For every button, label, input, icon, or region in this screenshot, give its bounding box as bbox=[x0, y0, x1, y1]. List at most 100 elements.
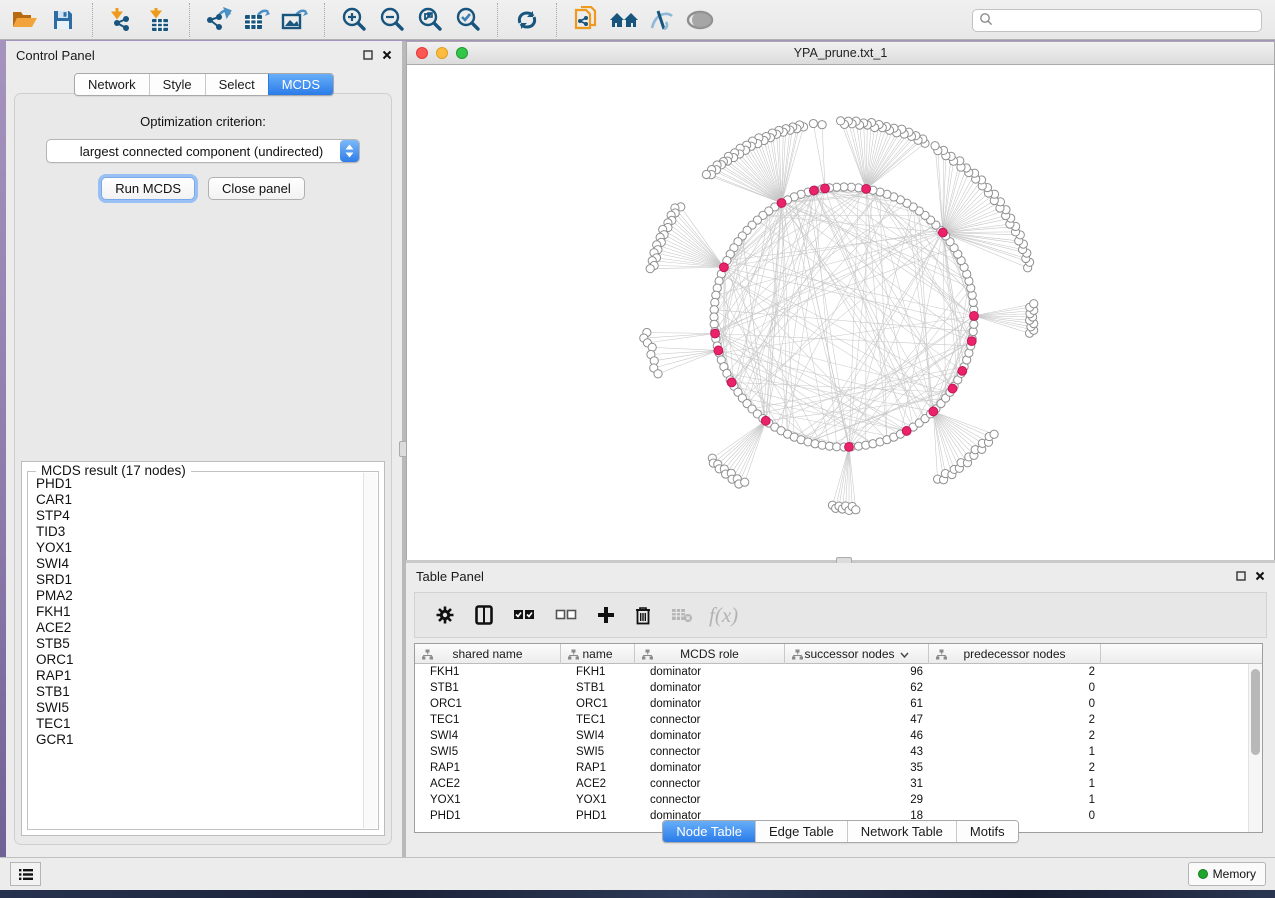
mcds-graph-node[interactable] bbox=[938, 228, 947, 237]
mcds-result-item[interactable]: ORC1 bbox=[30, 652, 362, 668]
hide-selected-icon[interactable] bbox=[643, 3, 681, 37]
mcds-result-item[interactable]: SRD1 bbox=[30, 572, 362, 588]
graph-node[interactable] bbox=[809, 119, 817, 127]
open-folder-icon[interactable] bbox=[6, 3, 44, 37]
mcds-graph-node[interactable] bbox=[821, 184, 830, 193]
list-scrollbar-track[interactable] bbox=[363, 473, 377, 828]
table-row[interactable]: TEC1TEC1connector472 bbox=[415, 712, 1262, 728]
mcds-result-item[interactable]: GCR1 bbox=[30, 732, 362, 748]
graph-node[interactable] bbox=[654, 370, 662, 378]
mcds-result-item[interactable]: PHD1 bbox=[30, 476, 362, 492]
column-header-predecessor-nodes[interactable]: predecessor nodes bbox=[929, 644, 1101, 664]
mcds-result-item[interactable]: ACE2 bbox=[30, 620, 362, 636]
search-box[interactable] bbox=[972, 9, 1262, 32]
table-row[interactable]: STB1STB1dominator620 bbox=[415, 680, 1262, 696]
tab-motifs[interactable]: Motifs bbox=[956, 821, 1018, 842]
optimization-criterion-select[interactable]: largest connected component (undirected) bbox=[46, 139, 360, 163]
tab-style[interactable]: Style bbox=[149, 74, 205, 95]
table-scrollbar-track[interactable] bbox=[1248, 664, 1262, 832]
mcds-graph-node[interactable] bbox=[862, 184, 871, 193]
network-window-titlebar[interactable]: YPA_prune.txt_1 bbox=[407, 42, 1274, 65]
mcds-graph-node[interactable] bbox=[970, 311, 979, 320]
graph-node[interactable] bbox=[702, 170, 710, 178]
mcds-result-item[interactable]: CAR1 bbox=[30, 492, 362, 508]
mcds-graph-node[interactable] bbox=[777, 199, 786, 208]
mcds-graph-node[interactable] bbox=[809, 186, 818, 195]
zoom-fit-icon[interactable] bbox=[411, 3, 449, 37]
mcds-result-item[interactable]: STB1 bbox=[30, 684, 362, 700]
tab-network[interactable]: Network bbox=[75, 74, 149, 95]
column-header-name[interactable]: name bbox=[561, 644, 635, 664]
tab-select[interactable]: Select bbox=[205, 74, 268, 95]
graph-node[interactable] bbox=[852, 506, 860, 514]
zoom-in-icon[interactable] bbox=[335, 3, 373, 37]
show-all-icon[interactable] bbox=[681, 3, 719, 37]
table-row[interactable]: ORC1ORC1dominator610 bbox=[415, 696, 1262, 712]
table-row[interactable]: RAP1RAP1dominator352 bbox=[415, 760, 1262, 776]
table-row[interactable]: ACE2ACE2connector311 bbox=[415, 776, 1262, 792]
table-scrollbar-thumb[interactable] bbox=[1251, 669, 1260, 755]
mcds-graph-node[interactable] bbox=[714, 346, 723, 355]
column-header-successor-nodes[interactable]: successor nodes bbox=[785, 644, 929, 664]
tab-mcds[interactable]: MCDS bbox=[268, 74, 333, 95]
mcds-result-item[interactable]: PMA2 bbox=[30, 588, 362, 604]
column-header-shared-name[interactable]: shared name bbox=[415, 644, 561, 664]
zoom-out-icon[interactable] bbox=[373, 3, 411, 37]
apply-layout-icon[interactable] bbox=[508, 3, 546, 37]
mcds-result-item[interactable]: STB5 bbox=[30, 636, 362, 652]
graph-node[interactable] bbox=[1030, 300, 1038, 308]
float-panel-icon[interactable] bbox=[363, 50, 373, 60]
mcds-result-item[interactable]: YOX1 bbox=[30, 540, 362, 556]
tab-node-table[interactable]: Node Table bbox=[663, 821, 755, 842]
search-input[interactable] bbox=[994, 12, 1261, 30]
mcds-graph-node[interactable] bbox=[845, 443, 854, 452]
houses-icon[interactable] bbox=[605, 3, 643, 37]
delete-column-icon[interactable] bbox=[635, 606, 651, 625]
graph-node[interactable] bbox=[931, 142, 939, 150]
graph-node[interactable] bbox=[818, 121, 826, 129]
float-panel-icon[interactable] bbox=[1236, 571, 1246, 581]
add-column-icon[interactable] bbox=[597, 606, 615, 624]
mcds-result-item[interactable]: TID3 bbox=[30, 524, 362, 540]
export-network-icon[interactable] bbox=[200, 3, 238, 37]
run-mcds-button[interactable]: Run MCDS bbox=[101, 177, 195, 200]
table-row[interactable]: SWI4SWI4dominator462 bbox=[415, 728, 1262, 744]
close-panel-button[interactable]: Close panel bbox=[208, 177, 305, 200]
network-canvas[interactable] bbox=[407, 65, 1274, 561]
select-all-icon[interactable] bbox=[513, 608, 535, 622]
tab-edge-table[interactable]: Edge Table bbox=[755, 821, 847, 842]
mcds-graph-node[interactable] bbox=[948, 384, 957, 393]
graph-node[interactable] bbox=[741, 478, 749, 486]
tab-network-table[interactable]: Network Table bbox=[847, 821, 956, 842]
mcds-graph-node[interactable] bbox=[719, 263, 728, 272]
show-columns-icon[interactable] bbox=[475, 605, 493, 625]
graph-node[interactable] bbox=[836, 117, 844, 125]
graph-node[interactable] bbox=[646, 265, 654, 273]
mcds-result-item[interactable]: SWI5 bbox=[30, 700, 362, 716]
mcds-graph-node[interactable] bbox=[958, 367, 967, 376]
table-row[interactable]: SWI5SWI5connector431 bbox=[415, 744, 1262, 760]
close-panel-icon[interactable] bbox=[382, 50, 392, 60]
column-header-MCDS-role[interactable]: MCDS role bbox=[635, 644, 785, 664]
deselect-all-icon[interactable] bbox=[555, 608, 577, 622]
import-network-icon[interactable] bbox=[103, 3, 141, 37]
export-table-icon[interactable] bbox=[238, 3, 276, 37]
mcds-result-item[interactable]: TEC1 bbox=[30, 716, 362, 732]
mcds-result-item[interactable]: FKH1 bbox=[30, 604, 362, 620]
mcds-graph-node[interactable] bbox=[727, 378, 736, 387]
zoom-selected-icon[interactable] bbox=[449, 3, 487, 37]
graph-node[interactable] bbox=[970, 320, 978, 328]
save-icon[interactable] bbox=[44, 3, 82, 37]
table-mode-icon[interactable] bbox=[435, 605, 455, 625]
import-table-icon[interactable] bbox=[141, 3, 179, 37]
graph-node[interactable] bbox=[990, 430, 998, 438]
mcds-result-item[interactable]: SWI4 bbox=[30, 556, 362, 572]
mcds-graph-node[interactable] bbox=[711, 329, 720, 338]
mcds-graph-node[interactable] bbox=[761, 416, 770, 425]
memory-button[interactable]: Memory bbox=[1188, 862, 1266, 886]
mcds-result-item[interactable]: STP4 bbox=[30, 508, 362, 524]
table-row[interactable]: FKH1FKH1dominator962 bbox=[415, 664, 1262, 680]
table-row[interactable]: YOX1YOX1connector291 bbox=[415, 792, 1262, 808]
welcome-screen-button[interactable] bbox=[10, 862, 41, 886]
mcds-graph-node[interactable] bbox=[967, 337, 976, 346]
